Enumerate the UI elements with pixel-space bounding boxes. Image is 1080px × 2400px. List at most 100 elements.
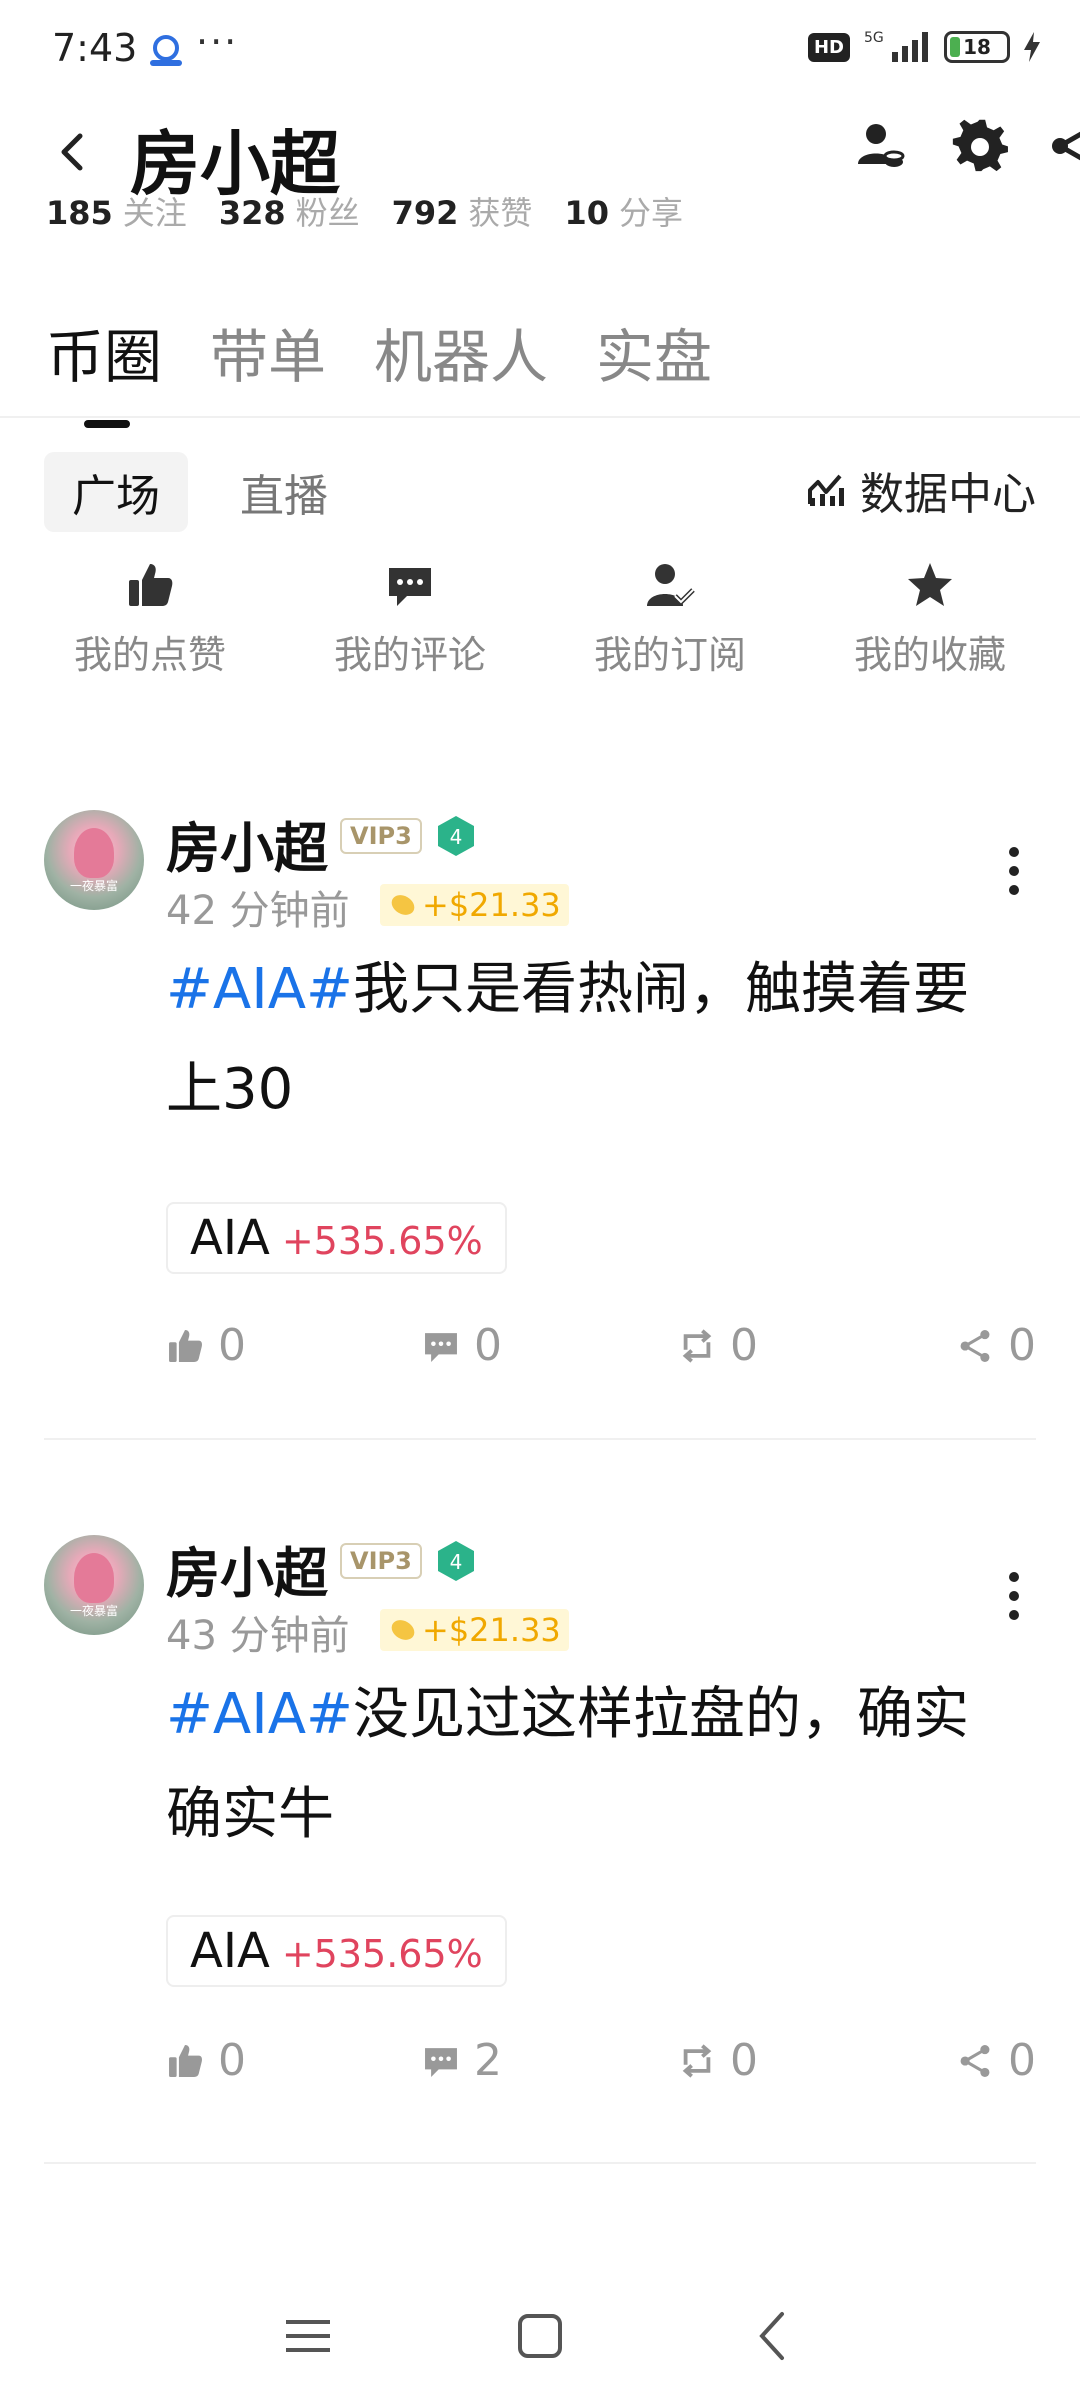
back-arrow-icon[interactable] bbox=[46, 122, 96, 182]
tab-copy-trading[interactable]: 带单 bbox=[210, 310, 326, 394]
battery-icon: 18 bbox=[944, 31, 1010, 63]
quick-my-subscriptions[interactable]: 我的订阅 bbox=[540, 560, 800, 679]
comment-icon bbox=[389, 568, 431, 606]
profile-stats: 185 关注 328 粉丝 792 获赞 10 分享 bbox=[46, 188, 683, 228]
avatar-caption: 一夜暴富 bbox=[69, 1604, 118, 1618]
comment-button[interactable]: 2 bbox=[422, 2035, 502, 2086]
subtab-square[interactable]: 广场 bbox=[44, 452, 188, 532]
star-icon bbox=[908, 563, 952, 606]
share-button[interactable]: 0 bbox=[956, 1320, 1036, 1371]
token-name: AIA bbox=[190, 1210, 270, 1266]
post-author[interactable]: 房小超 bbox=[166, 804, 328, 883]
coin-icon bbox=[391, 1620, 415, 1640]
stat-followers[interactable]: 328 粉丝 bbox=[219, 188, 360, 228]
vip-badge: VIP3 bbox=[340, 818, 422, 854]
tab-live-trading[interactable]: 实盘 bbox=[596, 310, 712, 394]
quick-my-comments[interactable]: 我的评论 bbox=[280, 560, 540, 679]
avatar[interactable]: 一夜暴富 bbox=[44, 810, 144, 910]
network-label: 5G bbox=[864, 30, 884, 46]
subscribe-icon bbox=[647, 564, 695, 606]
stat-shares[interactable]: 10 分享 bbox=[564, 188, 683, 228]
quick-label: 我的评论 bbox=[333, 633, 486, 677]
token-name: AIA bbox=[190, 1923, 270, 1979]
status-indicators: HD 5G 18 bbox=[807, 30, 1042, 64]
comment-count: 0 bbox=[474, 1320, 502, 1371]
token-chip[interactable]: AIA +535.65% bbox=[166, 1915, 507, 1987]
system-nav-bar bbox=[0, 2280, 1080, 2400]
share-icon bbox=[960, 2044, 990, 2077]
thumbs-up-icon bbox=[169, 1329, 202, 1362]
subtab-live[interactable]: 直播 bbox=[212, 452, 356, 532]
more-options-icon[interactable] bbox=[1006, 1571, 1022, 1621]
hd-badge: HD bbox=[807, 32, 850, 62]
like-count: 0 bbox=[218, 2035, 246, 2086]
vip-badge: VIP3 bbox=[340, 1543, 422, 1579]
tab-robot[interactable]: 机器人 bbox=[374, 310, 548, 394]
gear-icon[interactable] bbox=[950, 116, 1010, 176]
post-time: 43 分钟前 bbox=[166, 1613, 350, 1659]
status-bar: 7:43 ··· HD 5G 18 bbox=[0, 0, 1080, 100]
data-center-label: 数据中心 bbox=[860, 469, 1036, 520]
hashtag[interactable]: #AIA# bbox=[166, 1682, 353, 1747]
post-actions: 0 0 0 0 bbox=[166, 1320, 1036, 1380]
like-count: 0 bbox=[218, 1320, 246, 1371]
post-actions: 0 2 0 0 bbox=[166, 2035, 1036, 2095]
share-icon bbox=[960, 1329, 990, 1362]
repost-icon bbox=[682, 2043, 712, 2078]
repost-count: 0 bbox=[730, 1320, 758, 1371]
battery-level: 18 bbox=[963, 35, 991, 59]
hashtag[interactable]: #AIA# bbox=[166, 957, 353, 1022]
reward-badge: +$21.33 bbox=[380, 1609, 569, 1651]
level-badge-icon: 4 bbox=[438, 816, 474, 856]
post-content[interactable]: #AIA#没见过这样拉盘的，确实确实牛 bbox=[166, 1665, 1016, 1865]
signal-icon: 5G bbox=[864, 30, 928, 62]
repost-icon bbox=[682, 1328, 712, 1363]
post-time: 42 分钟前 bbox=[166, 888, 350, 934]
quick-my-likes[interactable]: 我的点赞 bbox=[20, 560, 280, 679]
stat-following[interactable]: 185 关注 bbox=[46, 188, 187, 228]
share-button[interactable]: 0 bbox=[956, 2035, 1036, 2086]
status-more-dots: ··· bbox=[196, 20, 239, 64]
back-icon[interactable] bbox=[744, 2306, 804, 2366]
token-chip[interactable]: AIA +535.65% bbox=[166, 1202, 507, 1274]
post-divider bbox=[44, 1438, 1036, 1440]
data-center-link[interactable]: 数据中心 bbox=[806, 458, 1036, 522]
app-notification-icon bbox=[150, 35, 182, 66]
comment-count: 2 bbox=[474, 2035, 502, 2086]
comment-button[interactable]: 0 bbox=[422, 1320, 502, 1371]
thumbs-up-icon bbox=[129, 564, 173, 606]
avatar[interactable]: 一夜暴富 bbox=[44, 1535, 144, 1635]
quick-actions: 我的点赞 我的评论 我的订阅 我的收藏 bbox=[0, 560, 1080, 679]
post-author[interactable]: 房小超 bbox=[166, 1529, 328, 1608]
chart-icon bbox=[808, 474, 844, 506]
thumbs-up-icon bbox=[169, 2044, 202, 2077]
like-button[interactable]: 0 bbox=[166, 1320, 246, 1371]
repost-button[interactable]: 0 bbox=[678, 1320, 758, 1371]
quick-my-favorites[interactable]: 我的收藏 bbox=[800, 560, 1060, 679]
charging-icon bbox=[1024, 32, 1040, 62]
home-icon[interactable] bbox=[510, 2306, 570, 2366]
svg-text:4: 4 bbox=[450, 1550, 463, 1574]
repost-button[interactable]: 0 bbox=[678, 2035, 758, 2086]
sub-tabs: 广场 直播 bbox=[44, 452, 356, 532]
token-change: +535.65% bbox=[281, 1932, 483, 1976]
level-badge-icon: 4 bbox=[438, 1541, 474, 1581]
avatar-caption: 一夜暴富 bbox=[69, 879, 118, 893]
comment-icon bbox=[425, 2047, 457, 2077]
more-options-icon[interactable] bbox=[1006, 846, 1022, 896]
share-icon[interactable] bbox=[1044, 116, 1080, 176]
share-count: 0 bbox=[1008, 1320, 1036, 1371]
menu-icon[interactable] bbox=[278, 2306, 338, 2366]
user-manage-icon[interactable] bbox=[850, 116, 910, 176]
quick-label: 我的收藏 bbox=[853, 633, 1006, 677]
tab-crypto[interactable]: 币圈 bbox=[46, 310, 162, 428]
stat-likes[interactable]: 792 获赞 bbox=[392, 188, 533, 228]
status-time: 7:43 bbox=[52, 26, 138, 70]
share-count: 0 bbox=[1008, 2035, 1036, 2086]
like-button[interactable]: 0 bbox=[166, 2035, 246, 2086]
post-content[interactable]: #AIA#我只是看热闹，触摸着要上30 bbox=[166, 940, 1016, 1140]
svg-text:4: 4 bbox=[450, 825, 463, 849]
quick-label: 我的订阅 bbox=[593, 633, 746, 677]
coin-icon bbox=[391, 895, 415, 915]
comment-icon bbox=[425, 1332, 457, 1362]
